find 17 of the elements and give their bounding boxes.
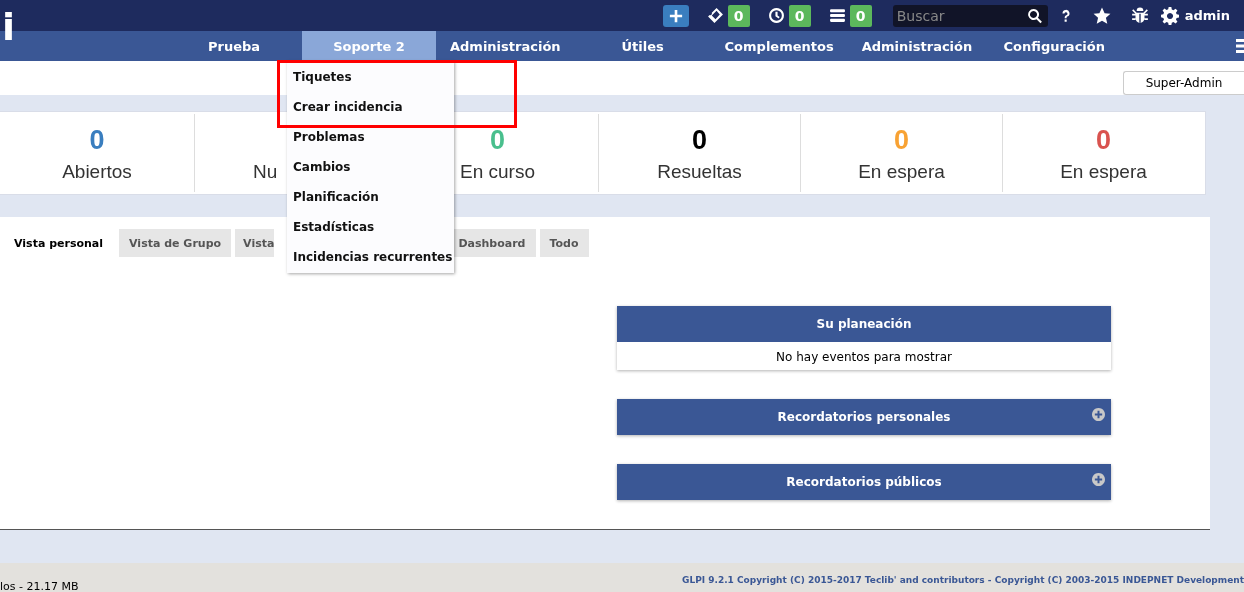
panel-title: Recordatorios personales: [777, 410, 951, 424]
status-label: En espera: [858, 161, 945, 183]
panel-title: Recordatorios públicos: [786, 475, 942, 489]
ticket-count: 0: [692, 124, 707, 157]
status-label: Resueltas: [657, 161, 742, 183]
ticket-count: 0: [1096, 124, 1111, 157]
status-label: Abiertos: [62, 161, 132, 183]
memory-usage: los - 21.17 MB: [0, 580, 79, 592]
panel-title: Su planeación: [816, 317, 912, 331]
ticket-count: 0: [89, 124, 105, 157]
status-label: En espera: [1060, 161, 1147, 183]
logo-text: i: [2, 12, 16, 43]
empty-message: No hay eventos para mostrar: [775, 349, 953, 366]
ticket-count: 0: [490, 124, 505, 157]
status-label: Nu: [253, 161, 278, 183]
status-label: En curso: [460, 161, 535, 183]
ticket-count: 0: [894, 124, 909, 157]
